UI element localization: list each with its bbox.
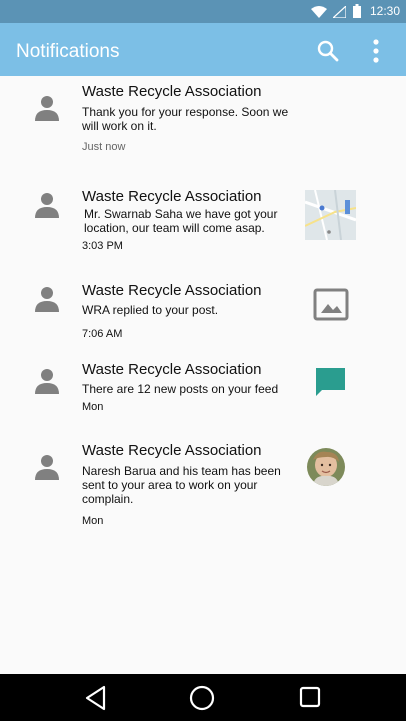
person-icon (35, 193, 59, 218)
notification-item[interactable]: Waste Recycle Association There are 12 n… (0, 356, 406, 436)
notification-time: Just now (82, 141, 126, 153)
recents-icon[interactable] (299, 686, 321, 708)
notification-message: Naresh Barua and his team has been sent … (82, 464, 281, 506)
search-icon[interactable] (316, 39, 340, 63)
navigation-bar (0, 674, 406, 721)
chat-icon[interactable] (314, 366, 347, 398)
notification-item[interactable]: Waste Recycle Association Mr. Swarnab Sa… (0, 176, 406, 276)
notification-sender: Waste Recycle Association (82, 442, 262, 459)
battery-icon (353, 4, 361, 18)
person-icon (35, 96, 59, 121)
notification-message: There are 12 new posts on your feed (82, 382, 279, 396)
person-icon (35, 287, 59, 312)
notification-item[interactable]: Waste Recycle Association WRA replied to… (0, 276, 406, 356)
page-title: Notifications (16, 41, 120, 62)
notification-time: Mon (82, 515, 104, 527)
back-icon[interactable] (84, 685, 108, 711)
wifi-icon (311, 6, 327, 18)
notification-sender: Waste Recycle Association (82, 282, 262, 299)
home-icon[interactable] (189, 685, 215, 711)
map-thumbnail[interactable] (305, 190, 356, 240)
notification-message: WRA replied to your post. (82, 303, 219, 317)
status-bar: 12:30 (0, 0, 406, 23)
person-icon (35, 455, 59, 480)
notification-sender: Waste Recycle Association (82, 83, 262, 100)
more-vert-icon[interactable] (368, 38, 384, 64)
user-photo[interactable] (307, 448, 345, 486)
notification-sender: Waste Recycle Association (82, 188, 262, 205)
notification-sender: Waste Recycle Association (82, 361, 262, 378)
signal-icon (333, 6, 346, 18)
notification-time: 7:06 AM (82, 328, 123, 340)
person-icon (35, 369, 59, 394)
image-icon[interactable] (313, 288, 349, 321)
notification-time: Mon (82, 401, 104, 413)
notification-message: Thank you for your response. Soon we wil… (82, 105, 289, 133)
notification-item[interactable]: Waste Recycle Association Naresh Barua a… (0, 436, 406, 546)
app-bar: Notifications (0, 23, 406, 76)
notification-message: Mr. Swarnab Saha we have got your locati… (84, 207, 278, 235)
status-time: 12:30 (369, 4, 400, 18)
notification-time: 3:03 PM (82, 240, 123, 252)
notification-item[interactable]: Waste Recycle Association Thank you for … (0, 76, 406, 176)
